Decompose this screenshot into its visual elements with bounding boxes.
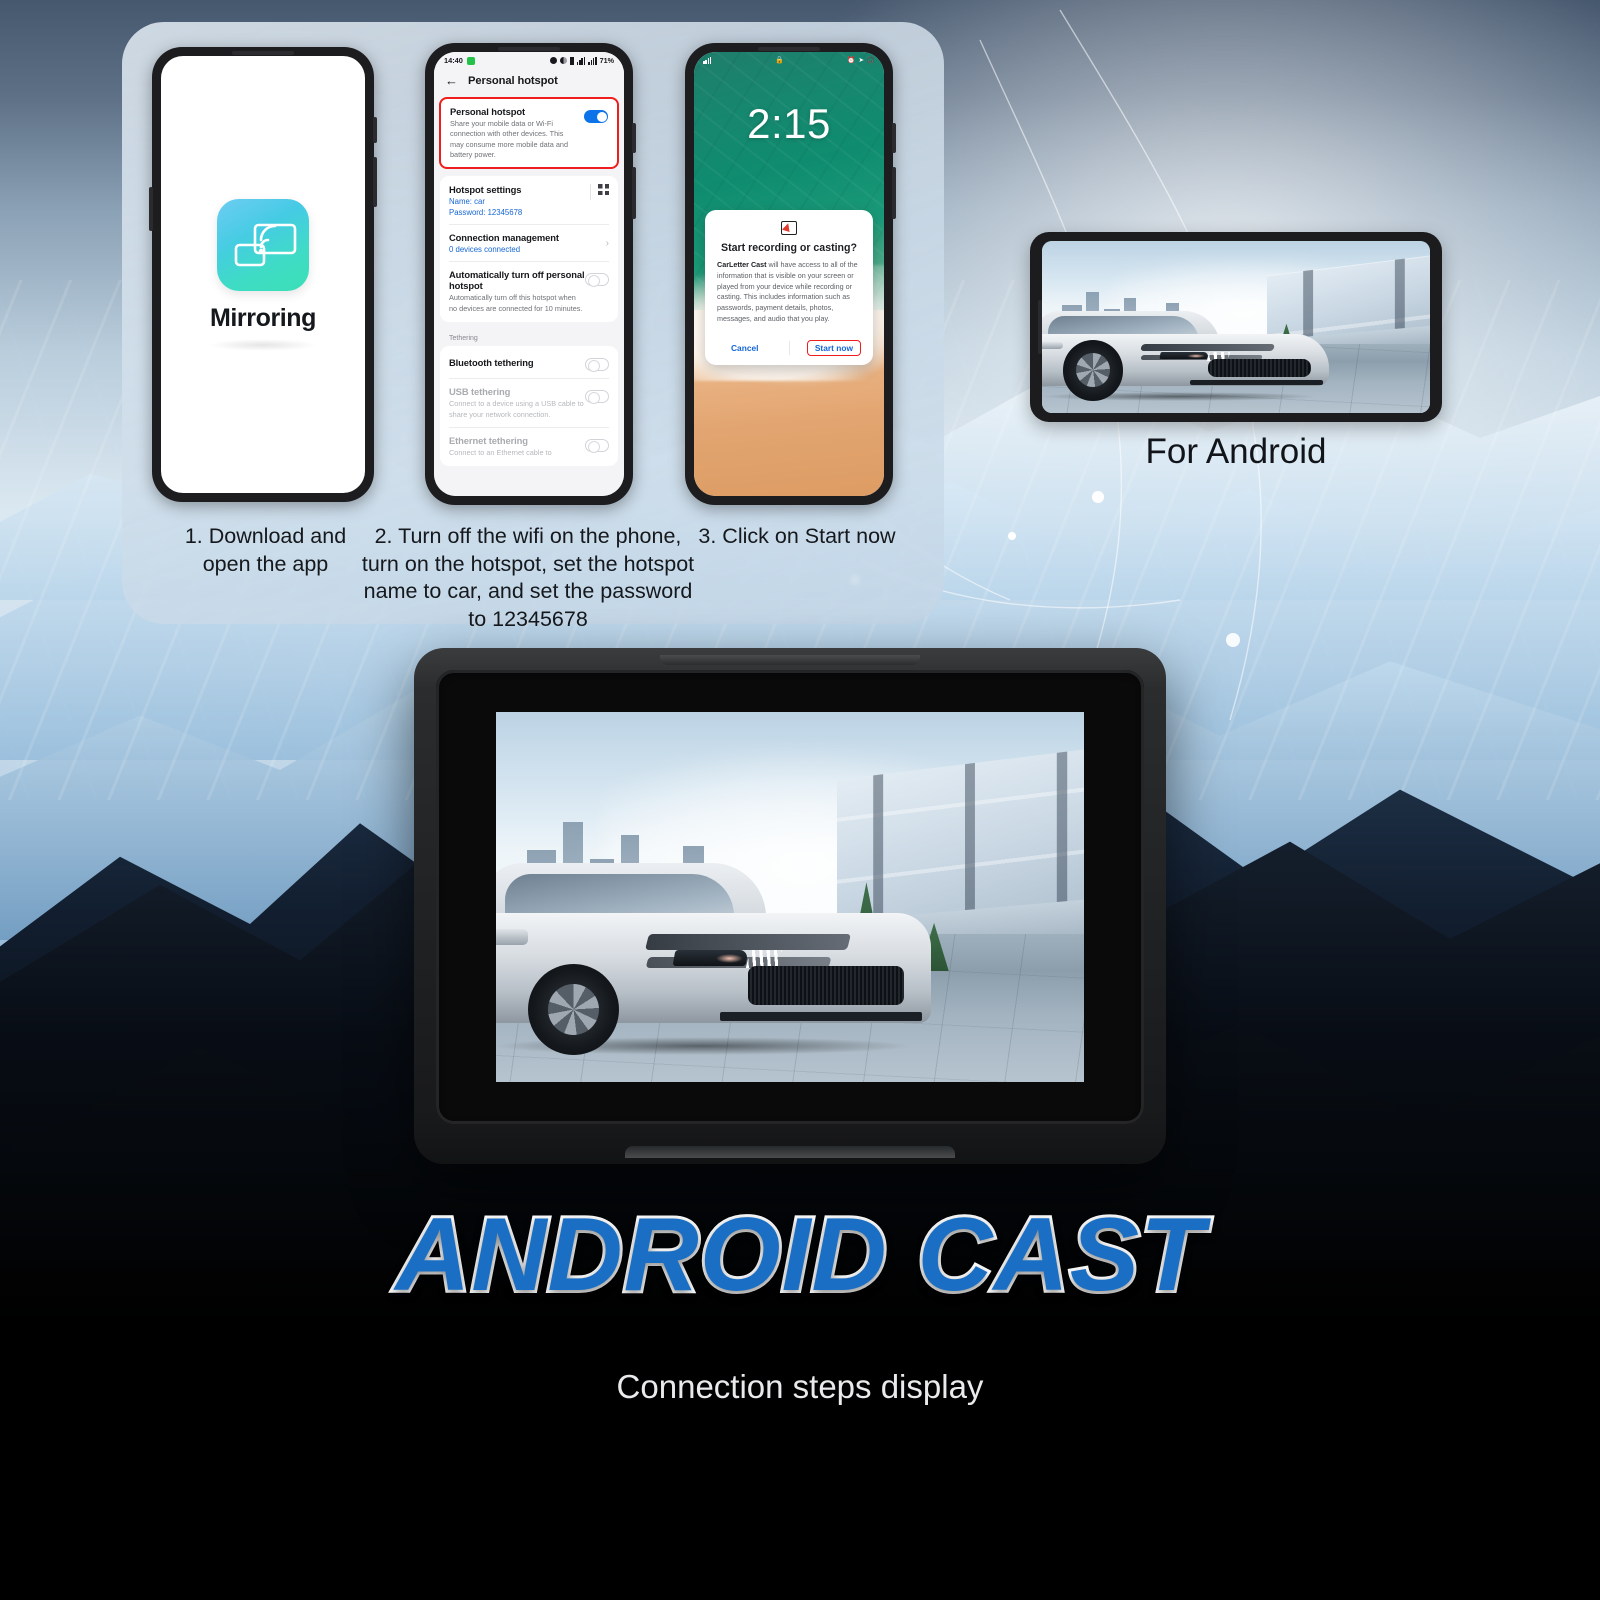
usb-tethering-description: Connect to a device using a USB cable to… [449, 399, 584, 419]
hotspot-settings-title: Hotspot settings [449, 184, 522, 196]
head-unit-screen[interactable] [496, 712, 1084, 1082]
landscape-phone-screen [1042, 241, 1430, 413]
bluetooth-tethering-title: Bluetooth tethering [449, 357, 534, 369]
dnd-icon [559, 57, 567, 64]
headphones-icon: 🎧 [866, 57, 875, 64]
phone-mockup-landscape [1030, 232, 1442, 422]
bluetooth-tethering-toggle[interactable] [585, 358, 609, 373]
personal-hotspot-title: Personal hotspot [450, 106, 525, 117]
usb-tethering-title: USB tethering [449, 386, 511, 398]
auto-turn-off-row[interactable]: Automatically turn off personal hotspot … [449, 269, 609, 314]
tethering-section-label: Tethering [449, 335, 478, 343]
usb-tethering-toggle [585, 390, 609, 405]
cast-app-name: CarLetter Cast [717, 260, 767, 269]
chevron-right-icon: › [605, 237, 609, 249]
qr-code-icon[interactable] [598, 184, 609, 196]
phone2-status-bar: 14:40 71% [434, 52, 624, 67]
head-unit-top-notch [660, 655, 920, 665]
cast-dialog-body: CarLetter Cast will have access to all o… [717, 260, 861, 325]
car-head-unit [414, 648, 1166, 1164]
start-now-button[interactable]: Start now [806, 339, 861, 356]
phone3-status-bar: 🔒 ⏰ ➤ 🎧 [694, 52, 884, 68]
icon-shadow [208, 338, 318, 351]
screen-mirroring-icon[interactable] [217, 198, 309, 291]
hotspot-name-value: Name: car [449, 197, 485, 207]
page-title-heading: ANDROID CAST [392, 1194, 1206, 1316]
auto-turn-off-toggle[interactable] [585, 273, 609, 288]
phone2-screen: 14:40 71% ← Personal hotspot Personal ho… [434, 52, 624, 496]
ethernet-tethering-toggle [585, 438, 609, 453]
cast-body-text: will have access to all of the informati… [717, 260, 858, 323]
step-2-caption: 2. Turn off the wifi on the phone, turn … [361, 524, 695, 631]
alarm-icon: ⏰ [847, 57, 856, 64]
step-3-caption: 3. Click on Start now [698, 524, 896, 548]
phone2-app-bar: ← Personal hotspot [434, 67, 624, 97]
promo-page: Mirroring 14:40 71% ← Personal hotspot P… [0, 0, 1600, 1600]
usb-tethering-row: USB tethering Connect to a device using … [449, 386, 609, 420]
cancel-button[interactable]: Cancel [717, 341, 772, 355]
phone1-screen: Mirroring [161, 56, 365, 493]
car-image [496, 830, 932, 1059]
phone-mockup-step-2: 14:40 71% ← Personal hotspot Personal ho… [425, 43, 636, 505]
personal-hotspot-description: Share your mobile data or Wi-Fi connecti… [450, 119, 569, 160]
signal-bars-icon-1 [576, 56, 586, 65]
connection-management-value: 0 devices connected [449, 245, 521, 255]
page-subtitle: Connection steps display [616, 1368, 984, 1405]
ethernet-tethering-row: Ethernet tethering Connect to an Etherne… [449, 435, 609, 458]
personal-hotspot-toggle[interactable] [584, 110, 608, 123]
app-label: Mirroring [209, 303, 317, 332]
status-app-icon [466, 56, 475, 65]
cast-screen-icon [781, 221, 797, 235]
for-android-label: For Android [1145, 432, 1327, 471]
step-1-caption: 1. Download and open the app [184, 524, 347, 576]
head-unit-bottom-notch [625, 1146, 955, 1158]
bluetooth-tethering-row[interactable]: Bluetooth tethering [449, 354, 609, 373]
phone-mockup-step-1: Mirroring [149, 47, 377, 502]
connection-management-title: Connection management [449, 232, 559, 244]
location-icon: ➤ [858, 57, 864, 64]
bluetooth-icon [569, 56, 574, 65]
personal-hotspot-row[interactable]: Personal hotspot Share your mobile data … [439, 97, 619, 170]
head-unit-bezel [436, 670, 1144, 1124]
car-scene-large [496, 712, 1084, 1082]
status-time: 14:40 [444, 56, 463, 65]
signal-bars-icon [703, 56, 712, 64]
signal-bars-icon-2 [588, 56, 597, 65]
auto-turn-off-title: Automatically turn off personal hotspot [449, 269, 585, 292]
lockscreen-clock: 2:15 [747, 100, 831, 147]
phone-mockup-step-3: 🔒 ⏰ ➤ 🎧 2:15 Start recording or casting?… [685, 43, 896, 505]
hotspot-password-value: Password: 12345678 [449, 208, 523, 218]
hotspot-settings-card: Hotspot settings Name: car Password: 123… [440, 176, 618, 323]
bottom-black-band [0, 1420, 1600, 1600]
tethering-card: Bluetooth tethering USB tethering Connec… [440, 346, 618, 467]
status-battery: 71% [599, 56, 614, 65]
car-image [1042, 296, 1330, 403]
back-arrow-icon[interactable]: ← [445, 74, 458, 87]
lock-icon: 🔒 [775, 57, 784, 64]
car-scene-small [1042, 241, 1430, 413]
ethernet-tethering-description: Connect to an Ethernet cable to [449, 447, 552, 457]
ethernet-tethering-title: Ethernet tethering [449, 434, 528, 446]
cast-dialog-title: Start recording or casting? [721, 242, 857, 254]
cast-permission-dialog: Start recording or casting? CarLetter Ca… [705, 210, 873, 365]
auto-turn-off-description: Automatically turn off this hotspot when… [449, 293, 583, 313]
phone3-screen: 🔒 ⏰ ➤ 🎧 2:15 Start recording or casting?… [694, 52, 884, 496]
alarm-icon [549, 57, 557, 64]
page-title: Personal hotspot [468, 74, 558, 87]
connection-management-row[interactable]: Connection management 0 devices connecte… [449, 232, 609, 254]
